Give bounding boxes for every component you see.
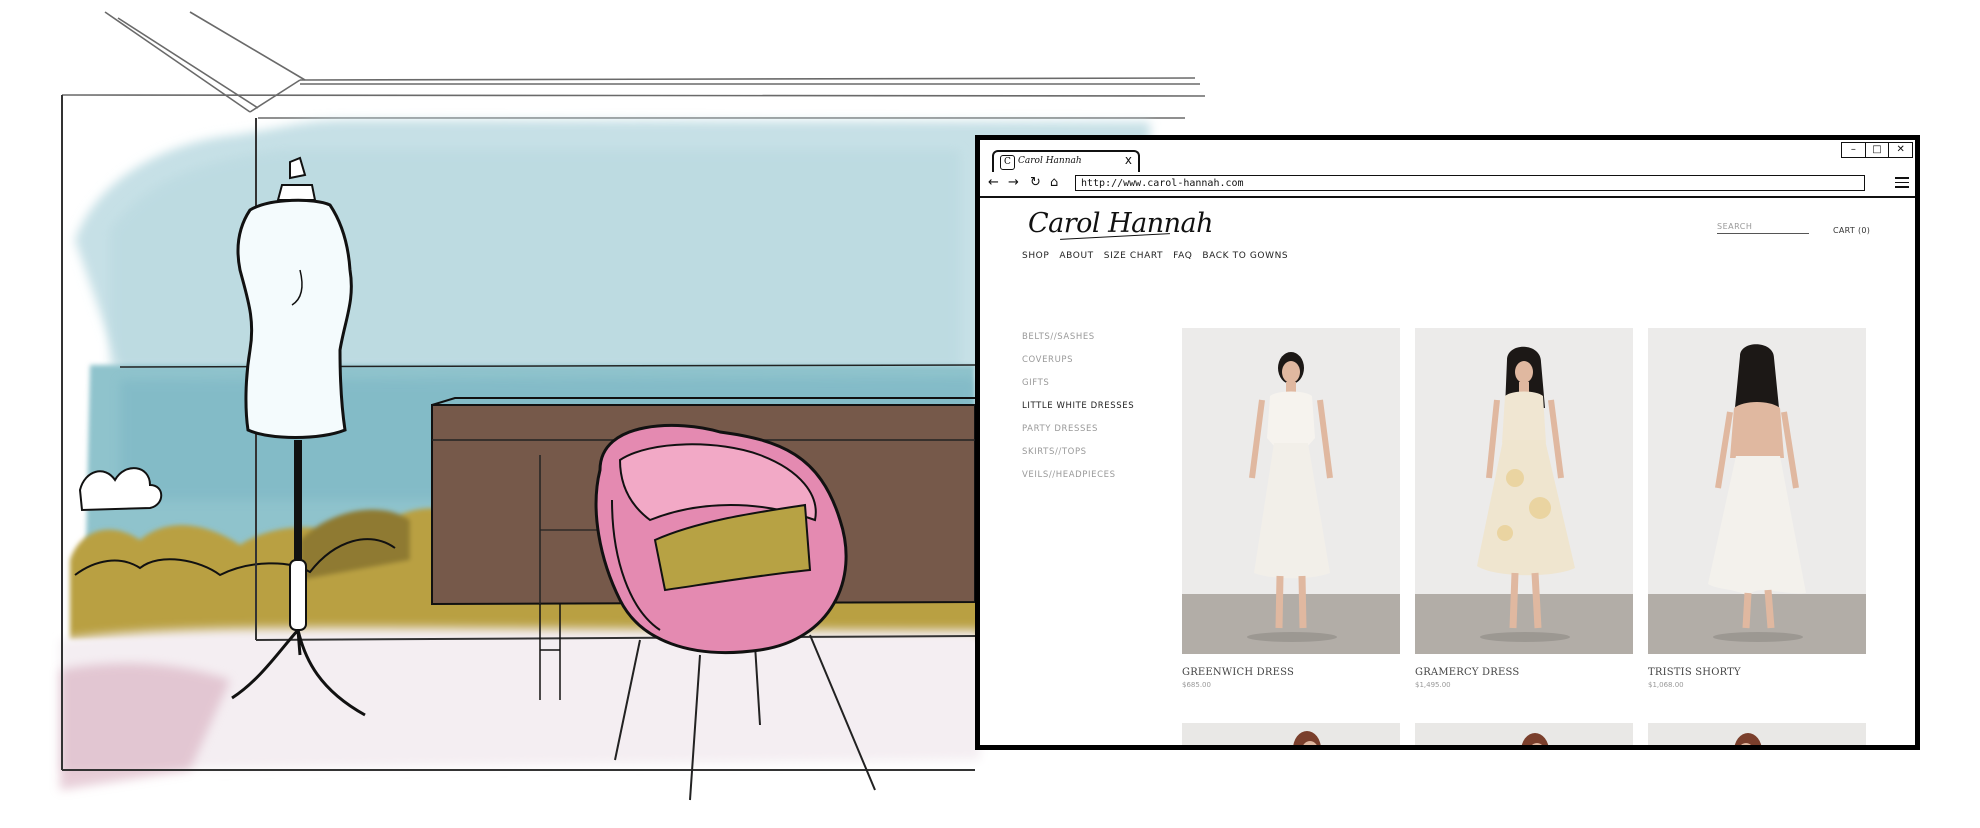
forward-arrow-icon[interactable]: →	[1008, 175, 1019, 191]
close-window-icon[interactable]: ✕	[1888, 143, 1912, 157]
category-veils-headpieces[interactable]: VEILS//HEADPIECES	[1022, 470, 1134, 480]
product-image[interactable]	[1182, 723, 1400, 745]
product-image[interactable]	[1415, 328, 1633, 654]
url-input[interactable]: http://www.carol-hannah.com	[1075, 175, 1865, 191]
minimize-icon[interactable]: –	[1842, 143, 1865, 157]
product-price: $1,495.00	[1415, 681, 1451, 689]
address-toolbar: ← → ↻ ⌂ http://www.carol-hannah.com	[980, 172, 1915, 198]
model-figure	[1521, 733, 1549, 745]
category-coverups[interactable]: COVERUPS	[1022, 355, 1134, 365]
favicon-icon: C	[1000, 155, 1015, 170]
window-controls: – □ ✕	[1841, 142, 1913, 158]
model-figure	[1477, 346, 1575, 629]
reload-icon[interactable]: ↻	[1030, 175, 1041, 191]
nav-shop[interactable]: SHOP	[1022, 251, 1049, 261]
tab-title: Carol Hannah	[1018, 156, 1082, 166]
nav-about[interactable]: ABOUT	[1059, 251, 1093, 261]
category-party-dresses[interactable]: PARTY DRESSES	[1022, 424, 1134, 434]
menu-icon[interactable]	[1895, 177, 1909, 191]
product-card[interactable]: TRISTIS SHORTY $1,068.00	[1648, 328, 1866, 689]
browser-tab[interactable]: C Carol Hannah x	[992, 150, 1140, 172]
model-figure	[1734, 733, 1762, 745]
nav-faq[interactable]: FAQ	[1173, 251, 1192, 261]
product-card[interactable]: GRAMERCY DRESS $1,495.00	[1415, 328, 1633, 689]
model-figure	[1249, 352, 1333, 629]
product-image[interactable]	[1182, 328, 1400, 654]
product-price: $1,068.00	[1648, 681, 1684, 689]
model-figure	[1293, 731, 1321, 745]
main-nav: SHOP ABOUT SIZE CHART FAQ BACK TO GOWNS	[1022, 251, 1288, 261]
product-card[interactable]: GREENWICH DRESS $685.00	[1182, 328, 1400, 689]
cart-link[interactable]: CART (0)	[1833, 226, 1870, 235]
site-logo[interactable]: Carol Hannah	[1028, 208, 1214, 239]
category-skirts-tops[interactable]: SKIRTS//TOPS	[1022, 447, 1134, 457]
product-image[interactable]	[1648, 723, 1866, 745]
category-gifts[interactable]: GIFTS	[1022, 378, 1134, 388]
floor-pink	[60, 663, 230, 790]
tab-close-icon[interactable]: x	[1125, 153, 1132, 167]
nav-back-to-gowns[interactable]: BACK TO GOWNS	[1202, 251, 1288, 261]
back-arrow-icon[interactable]: ←	[988, 175, 999, 191]
maximize-icon[interactable]: □	[1864, 143, 1889, 157]
home-icon[interactable]: ⌂	[1050, 175, 1058, 191]
product-image[interactable]	[1415, 723, 1633, 745]
product-name[interactable]: TRISTIS SHORTY	[1648, 667, 1866, 678]
nav-size-chart[interactable]: SIZE CHART	[1104, 251, 1163, 261]
product-name[interactable]: GREENWICH DRESS	[1182, 667, 1400, 678]
category-list: BELTS//SASHES COVERUPS GIFTS LITTLE WHIT…	[1022, 332, 1134, 493]
search-input[interactable]: SEARCH	[1717, 222, 1809, 234]
category-belts-sashes[interactable]: BELTS//SASHES	[1022, 332, 1134, 342]
category-little-white-dresses[interactable]: LITTLE WHITE DRESSES	[1022, 401, 1134, 411]
web-page: Carol Hannah SEARCH CART (0) SHOP ABOUT …	[980, 198, 1915, 745]
ceiling-lines	[61, 11, 1206, 119]
browser-window: C Carol Hannah x – □ ✕ ← → ↻ ⌂ http://ww…	[975, 135, 1920, 750]
product-price: $685.00	[1182, 681, 1211, 689]
product-image[interactable]	[1648, 328, 1866, 654]
tab-bar: C Carol Hannah x – □ ✕	[980, 140, 1915, 174]
model-figure	[1708, 344, 1806, 629]
product-name[interactable]: GRAMERCY DRESS	[1415, 667, 1633, 678]
